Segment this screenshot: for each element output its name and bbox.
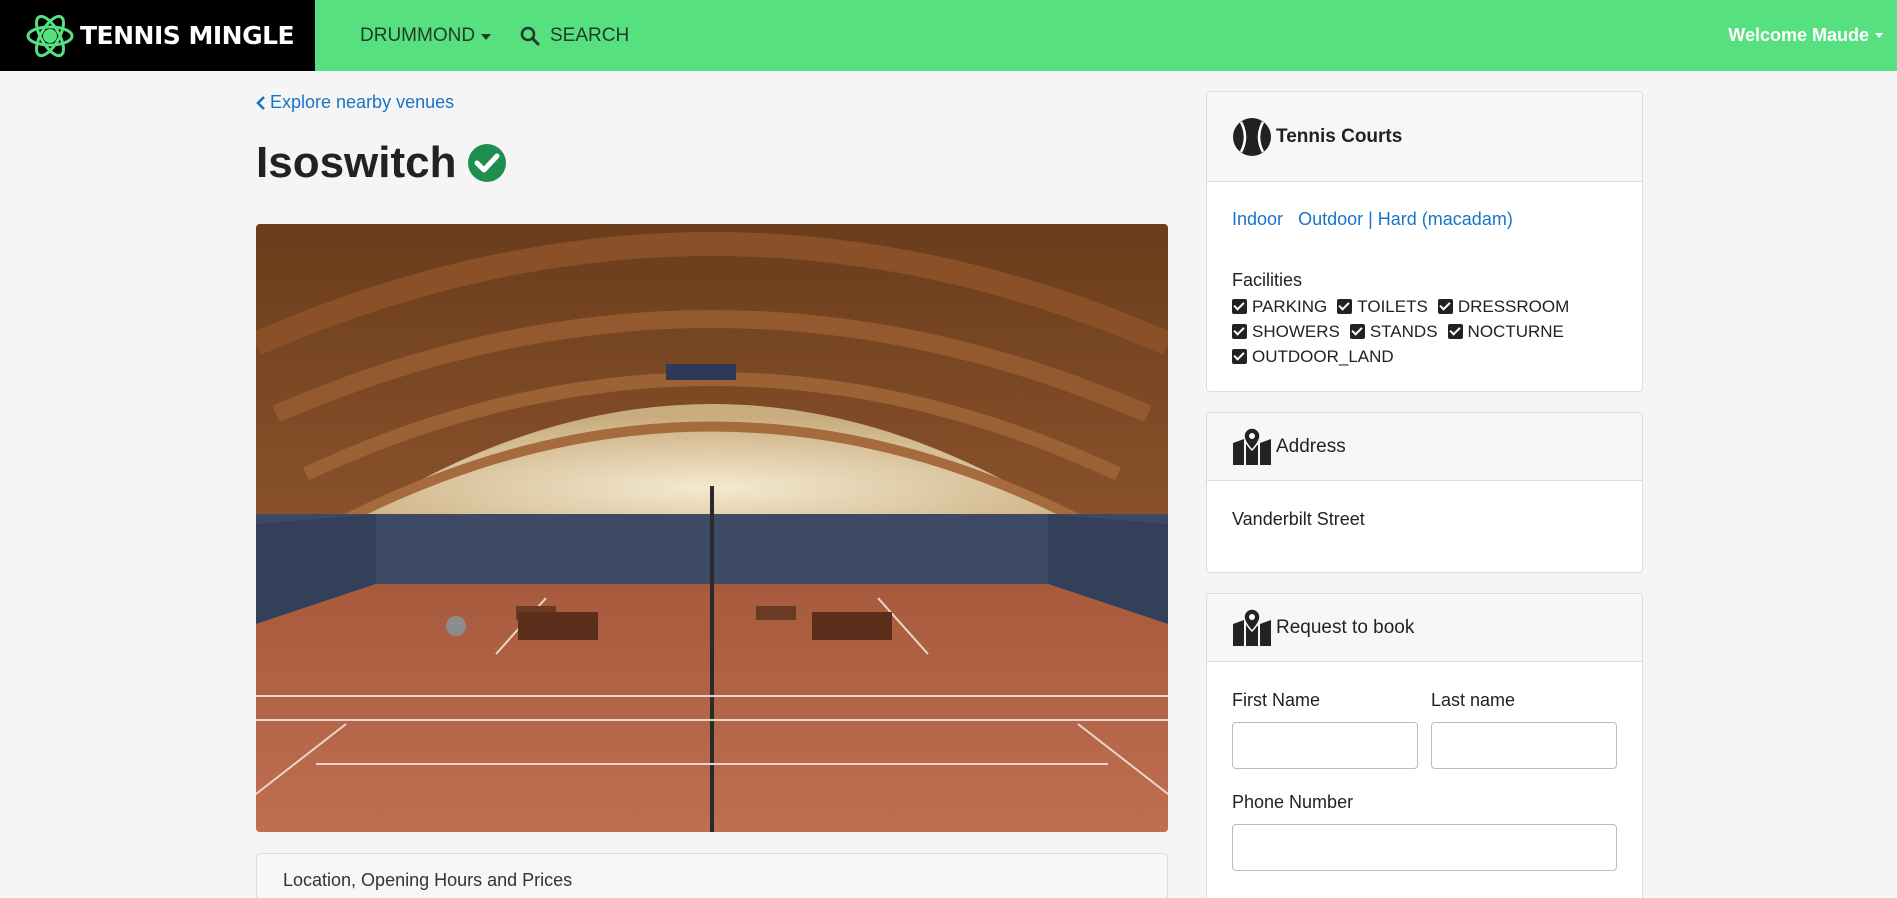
facility-dressroom: DRESSROOM [1437,294,1570,319]
booking-card: Request to book First Name Last name Pho… [1206,593,1643,898]
first-name-field[interactable] [1232,722,1418,769]
court-type-indoor[interactable]: Indoor [1232,209,1283,229]
facility-label: DRESSROOM [1457,296,1570,316]
card-header: Request to book [1207,594,1642,662]
first-name-label: First Name [1232,690,1321,710]
brand-name: TENNIS MINGLE [80,21,295,50]
checked-box-icon [1232,299,1247,314]
court-types: Indoor Outdoor | Hard (macadam) [1232,209,1523,230]
panel-heading: Location, Opening Hours and Prices [283,870,573,890]
card-header: Tennis Courts [1207,92,1642,182]
phone-number-label: Phone Number [1232,792,1354,812]
last-name-field[interactable] [1431,722,1617,769]
address-card: Address Vanderbilt Street [1206,412,1643,573]
facility-label: NOCTURNE [1467,321,1564,341]
court-type-outdoor-hard[interactable]: Outdoor | Hard (macadam) [1298,209,1513,229]
chevron-left-icon [256,95,265,110]
address-street: Vanderbilt Street [1232,509,1365,529]
checked-box-icon [1437,299,1453,314]
facility-toilets: TOILETS [1337,294,1428,319]
checked-box-icon [1232,324,1247,339]
top-navbar: TENNIS MINGLE DRUMMOND SEARCH Welcome Ma… [0,0,1897,71]
verified-check-icon [467,144,506,182]
search-label: SEARCH [550,24,630,46]
facilities-list: PARKING TOILETS DRESSROOM SHOWERS STANDS… [1232,294,1632,369]
map-marker-icon [1233,426,1271,465]
search-icon [520,26,540,45]
card-title: Tennis Courts [1276,125,1403,147]
user-greeting: Welcome Maude [1728,25,1869,45]
facility-label: STANDS [1369,321,1438,341]
user-menu[interactable]: Welcome Maude [1728,0,1897,71]
checked-box-icon [1349,324,1365,339]
venue-photo [256,224,1168,832]
facility-stands: STANDS [1349,319,1438,344]
tennis-ball-icon [1233,117,1271,156]
checked-box-icon [1232,349,1247,364]
checked-box-icon [1337,299,1353,314]
facility-outdoor-land: OUTDOOR_LAND [1232,344,1394,369]
facility-parking: PARKING [1232,294,1327,319]
checked-box-icon [1447,324,1463,339]
card-header: Address [1207,413,1642,481]
city-dropdown[interactable]: DRUMMOND [360,0,492,71]
venue-title: Isoswitch [256,138,507,188]
facility-label: SHOWERS [1252,321,1340,341]
facility-label: TOILETS [1357,296,1428,316]
atom-ball-icon [26,14,74,57]
card-title: Address [1276,435,1346,457]
tennis-courts-card: Tennis Courts Indoor Outdoor | Hard (mac… [1206,91,1643,392]
chevron-down-icon [481,33,492,40]
phone-number-field[interactable] [1232,824,1617,871]
facility-label: PARKING [1252,296,1328,316]
back-link-label: Explore nearby venues [270,92,455,112]
facility-nocturne: NOCTURNE [1447,319,1564,344]
location-hours-prices-panel[interactable]: Location, Opening Hours and Prices [256,853,1168,898]
brand-logo[interactable]: TENNIS MINGLE [0,0,315,71]
search-link[interactable]: SEARCH [520,0,629,71]
chevron-down-icon [1875,33,1883,38]
venue-name: Isoswitch [256,138,457,187]
facility-showers: SHOWERS [1232,319,1340,344]
map-marker-icon [1233,607,1271,646]
facility-label: OUTDOOR_LAND [1252,346,1394,366]
explore-nearby-link[interactable]: Explore nearby venues [256,92,454,113]
city-label: DRUMMOND [360,24,476,46]
facilities-label: Facilities [1232,270,1303,290]
card-title: Request to book [1276,616,1415,638]
last-name-label: Last name [1431,690,1516,710]
